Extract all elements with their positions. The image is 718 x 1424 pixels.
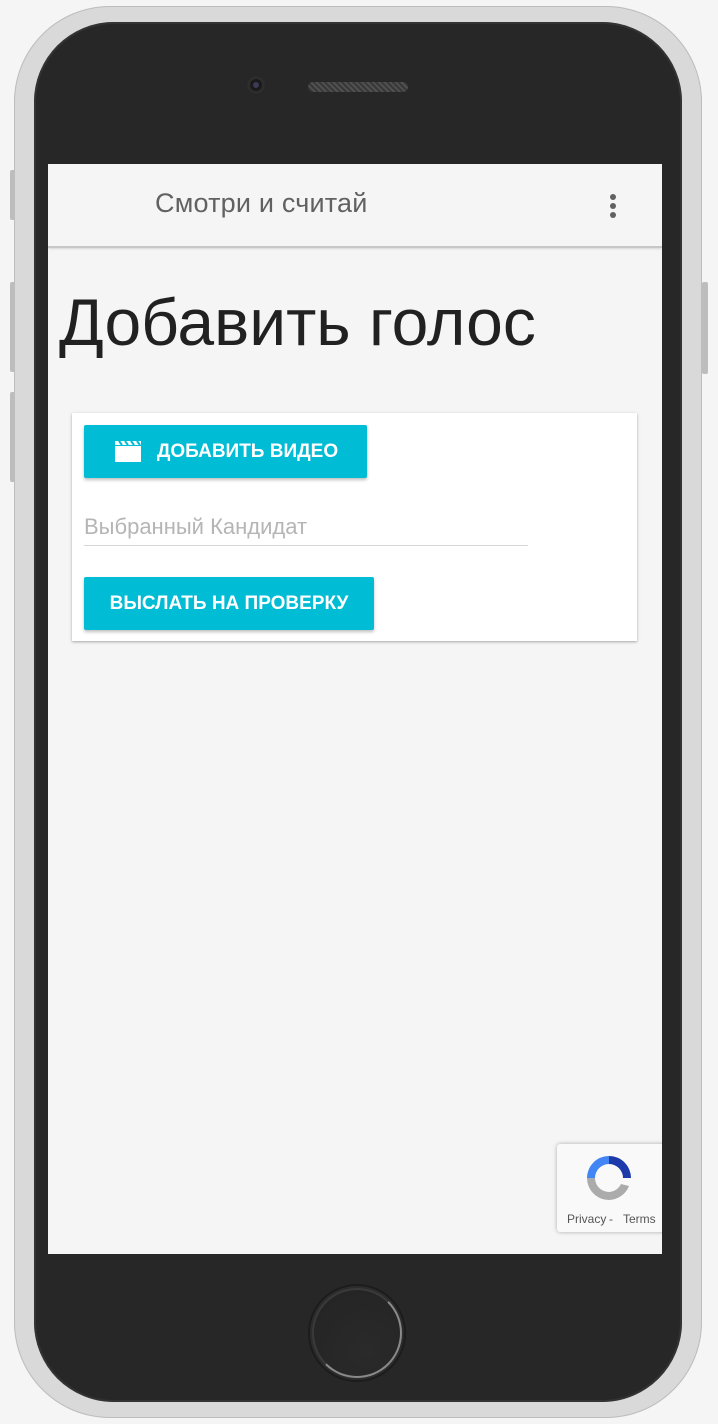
add-video-button[interactable]: ДОБАВИТЬ ВИДЕО — [84, 425, 367, 478]
side-button-power — [702, 282, 708, 374]
app-title: Смотри и считай — [155, 188, 368, 218]
submit-for-review-button[interactable]: ВЫСЛАТЬ НА ПРОВЕРКУ — [84, 577, 374, 630]
device-mockup: Смотри и считай Добавить голос ДОБАВИТЬ … — [0, 0, 718, 1424]
recaptcha-privacy-link[interactable]: Privacy — [567, 1212, 606, 1226]
recaptcha-icon — [587, 1156, 631, 1200]
front-camera — [247, 76, 265, 94]
recaptcha-terms-link[interactable]: Terms — [623, 1212, 656, 1226]
add-vote-card: ДОБАВИТЬ ВИДЕО ВЫСЛАТЬ НА ПРОВЕРКУ — [72, 413, 637, 641]
page-title: Добавить голос — [59, 285, 536, 359]
add-video-label: ДОБАВИТЬ ВИДЕО — [156, 440, 339, 462]
recaptcha-badge: Privacy - Terms — [557, 1144, 662, 1232]
app-screen: Смотри и считай Добавить голос ДОБАВИТЬ … — [48, 164, 662, 1254]
candidate-input[interactable] — [84, 509, 528, 546]
movie-clapper-icon — [114, 439, 141, 462]
app-bar: Смотри и считай — [48, 164, 662, 248]
more-vert-icon[interactable] — [601, 190, 625, 220]
home-button[interactable] — [310, 1286, 404, 1380]
recaptcha-separator: - — [609, 1212, 613, 1226]
earpiece-speaker — [308, 82, 408, 92]
submit-for-review-label: ВЫСЛАТЬ НА ПРОВЕРКУ — [109, 592, 349, 614]
